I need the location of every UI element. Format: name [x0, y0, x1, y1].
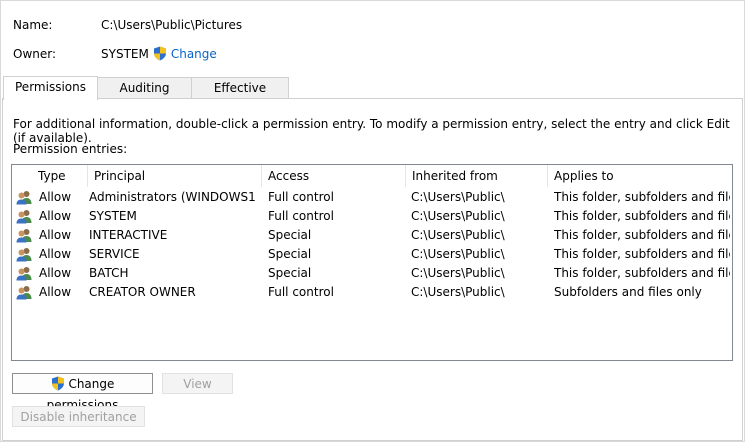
user-group-icon	[16, 248, 32, 262]
cell-access: Full control	[268, 209, 334, 223]
name-label: Name:	[13, 18, 53, 32]
column-header-principal[interactable]: Principal	[88, 165, 262, 187]
change-link-text[interactable]: Change	[171, 47, 217, 61]
cell-principal: Administrators (WINDOWS11...	[89, 190, 257, 204]
cell-type: Allow	[39, 209, 72, 223]
owner-label: Owner:	[13, 47, 57, 61]
table-row[interactable]: Allow CREATOR OWNER Full control C:\User…	[12, 283, 730, 302]
cell-principal: CREATOR OWNER	[89, 285, 196, 299]
cell-access: Special	[268, 266, 312, 280]
uac-shield-icon	[51, 376, 65, 391]
info-text: For additional information, double-click…	[13, 117, 730, 145]
cell-inherited-from: C:\Users\Public\	[411, 209, 505, 223]
column-header-inherited-from[interactable]: Inherited from	[406, 165, 548, 187]
cell-type: Allow	[39, 266, 72, 280]
cell-inherited-from: C:\Users\Public\	[411, 266, 505, 280]
cell-access: Special	[268, 228, 312, 242]
cell-principal: INTERACTIVE	[89, 228, 168, 242]
name-value: C:\Users\Public\Pictures	[101, 18, 243, 32]
view-button[interactable]: View	[162, 373, 233, 394]
cell-principal: BATCH	[89, 266, 129, 280]
cell-principal: SERVICE	[89, 247, 140, 261]
cell-principal: SYSTEM	[89, 209, 137, 223]
cell-access: Full control	[268, 190, 334, 204]
cell-type: Allow	[39, 285, 72, 299]
table-row[interactable]: Allow INTERACTIVE Special C:\Users\Publi…	[12, 226, 730, 245]
table-row[interactable]: Allow Administrators (WINDOWS11... Full …	[12, 188, 730, 207]
permission-entries-list[interactable]: Type Principal Access Inherited from App…	[11, 164, 733, 361]
cell-applies-to: This folder, subfolders and files	[554, 266, 730, 280]
user-group-icon	[16, 210, 32, 224]
column-header-applies-to[interactable]: Applies to	[548, 165, 730, 187]
tab-effective-access[interactable]: Effective Access	[191, 77, 289, 116]
user-group-icon	[16, 267, 32, 281]
cell-applies-to: This folder, subfolders and files	[554, 228, 730, 242]
cell-applies-to: This folder, subfolders and files	[554, 247, 730, 261]
cell-access: Full control	[268, 285, 334, 299]
table-row[interactable]: Allow BATCH Special C:\Users\Public\ Thi…	[12, 264, 730, 283]
cell-access: Special	[268, 247, 312, 261]
user-group-icon	[16, 229, 32, 243]
cell-applies-to: Subfolders and files only	[554, 285, 702, 299]
cell-applies-to: This folder, subfolders and files	[554, 190, 730, 204]
user-group-icon	[16, 286, 32, 300]
uac-shield-icon	[153, 46, 167, 61]
disable-inheritance-button[interactable]: Disable inheritance	[12, 406, 145, 427]
column-header-type[interactable]: Type	[32, 165, 88, 187]
cell-applies-to: This folder, subfolders and files	[554, 209, 730, 223]
cell-inherited-from: C:\Users\Public\	[411, 285, 505, 299]
cell-inherited-from: C:\Users\Public\	[411, 247, 505, 261]
table-row[interactable]: Allow SYSTEM Full control C:\Users\Publi…	[12, 207, 730, 226]
cell-inherited-from: C:\Users\Public\	[411, 228, 505, 242]
column-header-access[interactable]: Access	[262, 165, 406, 187]
permission-entries-label: Permission entries:	[13, 142, 128, 156]
change-owner-link[interactable]: Change	[153, 46, 217, 61]
cell-type: Allow	[39, 190, 72, 204]
owner-value: SYSTEM	[101, 47, 149, 61]
cell-type: Allow	[39, 247, 72, 261]
user-group-icon	[16, 191, 32, 205]
change-permissions-button[interactable]: Change permissions	[12, 373, 153, 412]
cell-type: Allow	[39, 228, 72, 242]
cell-inherited-from: C:\Users\Public\	[411, 190, 505, 204]
tab-auditing[interactable]: Auditing	[96, 77, 193, 99]
table-row[interactable]: Allow SERVICE Special C:\Users\Public\ T…	[12, 245, 730, 264]
tab-permissions[interactable]: Permissions	[3, 76, 98, 100]
